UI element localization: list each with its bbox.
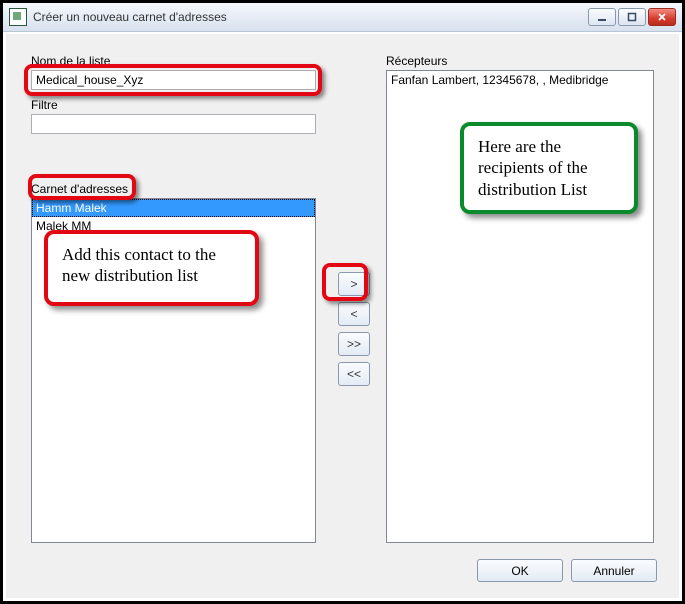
addressbook-item[interactable]: Hamm Malek: [32, 199, 315, 217]
window-title: Créer un nouveau carnet d'adresses: [33, 10, 588, 24]
receivers-label: Récepteurs: [386, 54, 654, 68]
remove-all-button[interactable]: <<: [338, 362, 370, 386]
cancel-button[interactable]: Annuler: [571, 559, 657, 582]
dialog-body: Nom de la liste Medical_house_Xyz Filtre…: [6, 34, 679, 598]
dialog-buttons: OK Annuler: [477, 559, 657, 582]
close-button[interactable]: [648, 8, 676, 26]
annotation-callout-recipients: Here are the recipients of the distribut…: [460, 122, 638, 214]
maximize-button[interactable]: [618, 8, 646, 26]
minimize-button[interactable]: [588, 8, 616, 26]
ok-button[interactable]: OK: [477, 559, 563, 582]
filter-group: Filtre: [31, 98, 316, 134]
app-window: Créer un nouveau carnet d'adresses Nom d…: [0, 0, 685, 604]
list-name-input[interactable]: Medical_house_Xyz: [31, 70, 316, 90]
list-name-value: Medical_house_Xyz: [36, 73, 143, 87]
addressbook-label: Carnet d'adresses: [31, 182, 316, 196]
addressbook-item-text: Hamm Malek: [36, 201, 107, 215]
remove-one-button[interactable]: <: [338, 302, 370, 326]
add-all-button[interactable]: >>: [338, 332, 370, 356]
list-name-group: Nom de la liste Medical_house_Xyz: [31, 54, 316, 90]
filter-label: Filtre: [31, 98, 316, 112]
annotation-callout-add: Add this contact to the new distribution…: [44, 230, 259, 306]
window-controls: [588, 8, 676, 26]
annotation-callout-recipients-text: Here are the recipients of the distribut…: [478, 137, 588, 199]
titlebar: Créer un nouveau carnet d'adresses: [3, 3, 682, 32]
app-icon: [9, 8, 27, 26]
receivers-item[interactable]: Fanfan Lambert, 12345678, , Medibridge: [387, 71, 653, 89]
filter-input[interactable]: [31, 114, 316, 134]
transfer-buttons: > < >> <<: [335, 272, 373, 386]
receivers-item-text: Fanfan Lambert, 12345678, , Medibridge: [391, 73, 608, 87]
add-one-button[interactable]: >: [338, 272, 370, 296]
list-name-label: Nom de la liste: [31, 54, 316, 68]
annotation-callout-add-text: Add this contact to the new distribution…: [62, 245, 216, 285]
